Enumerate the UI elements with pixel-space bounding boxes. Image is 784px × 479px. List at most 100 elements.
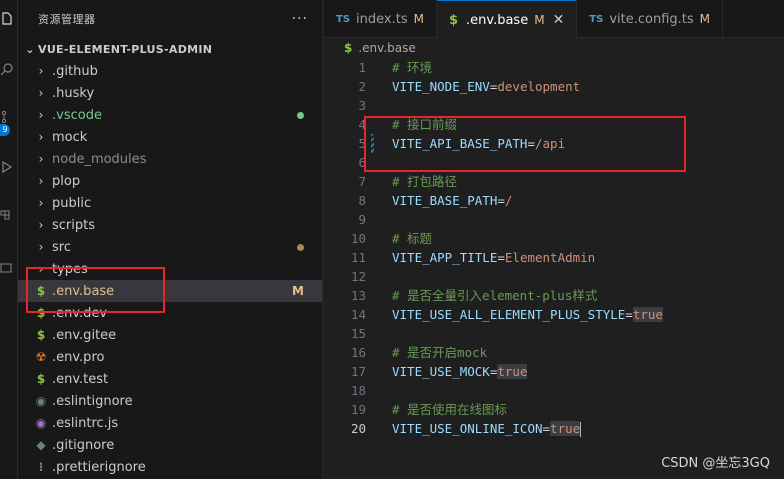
code-line: 13 # 是否全量引入element-plus样式 [324,286,784,305]
code-line: 17 VITE_USE_MOCK=true [324,362,784,381]
token-comment: # 标题 [392,231,433,246]
source-control-icon[interactable] [0,110,14,124]
dollar-file-icon: $ [344,41,353,55]
token-val: / [504,193,513,208]
tree-folder[interactable]: › types [18,258,322,280]
chevron-right-icon: › [38,64,44,78]
chevron-right-icon: › [38,152,44,166]
breadcrumb-file[interactable]: .env.base [358,41,415,55]
tree-folder[interactable]: › src [18,236,322,258]
line-number: 5 [358,136,366,151]
tree-file[interactable]: ☢ .env.pro [18,346,322,368]
editor-tabs: TS index.ts M $ .env.base M ✕ TS vite.config.ts M [324,0,784,39]
line-number: 8 [358,193,366,208]
tree-item-label: types [52,261,88,277]
dollar-file-icon: $ [448,12,459,28]
tree-file[interactable]: ◉ .eslintrc.js [18,412,322,434]
chevron-right-icon: › [38,262,44,276]
tree-file[interactable]: ⁝ .prettierignore [18,456,322,478]
sidebar-title: 资源管理器 [38,13,96,26]
token-comment: # 打包路径 [392,174,458,189]
chevron-right-icon: › [38,240,44,254]
code-text: VITE_USE_ONLINE_ICON=true [392,419,582,438]
line-number: 4 [358,117,366,132]
explorer-icon[interactable] [0,12,14,26]
tree-item-label: .gitignore [52,437,115,453]
env-pro-icon: ☢ [35,350,47,364]
code-line: 16 # 是否开启mock [324,343,784,362]
tree-folder[interactable]: › scripts [18,214,322,236]
typescript-icon: TS [336,13,351,25]
token-op: = [527,136,535,151]
more-actions-icon[interactable]: ··· [292,11,308,27]
tree-item-label: .vscode [52,107,102,123]
token-val: development [497,79,581,94]
line-number: 7 [358,174,366,189]
code-line: 1 # 环境 [324,58,784,77]
eslint-icon: ◉ [35,416,47,430]
code-text: VITE_USE_ALL_ELEMENT_PLUS_STYLE=true [392,305,663,324]
extensions-icon[interactable] [0,206,14,220]
token-comment: # 是否使用在线图标 [392,402,508,417]
code-text: # 标题 [392,229,432,248]
editor-tab[interactable]: $ .env.base M ✕ [436,0,578,39]
code-line: 8 VITE_BASE_PATH=/ [324,191,784,210]
tree-folder[interactable]: › .vscode [18,104,322,126]
chevron-right-icon: › [38,174,44,188]
line-number: 20 [350,421,366,436]
token-bool: true [550,421,581,436]
tree-file[interactable]: $ .env.test [18,368,322,390]
code-text: VITE_API_BASE_PATH=/api [392,134,565,153]
token-key: VITE_API_BASE_PATH [392,136,528,151]
tree-file[interactable]: $ .env.gitee [18,324,322,346]
file-tree: › .github › .husky › .vscode › mock › node_module… [18,60,322,478]
tree-item-label: scripts [52,217,95,233]
token-comment: # 环境 [392,60,433,75]
token-op: = [625,307,633,322]
run-debug-icon[interactable] [0,160,14,174]
code-line: 18 [324,381,784,400]
remote-icon[interactable] [0,262,14,276]
code-line: 15 [324,324,784,343]
tree-item-label: public [52,195,92,211]
tree-folder[interactable]: › node_modules [18,148,322,170]
code-line: 19 # 是否使用在线图标 [324,400,784,419]
search-icon[interactable] [0,62,14,76]
tree-file[interactable]: $ .env.dev [18,302,322,324]
line-number: 1 [358,60,366,75]
explorer-sidebar: 资源管理器 ··· ⌄ VUE-ELEMENT-PLUS-ADMIN › .git… [18,0,323,479]
editor-tab[interactable]: TS index.ts M [324,0,437,38]
line-number: 9 [358,212,366,227]
tree-item-label: node_modules [52,151,147,167]
code-text: # 接口前缀 [392,115,457,134]
project-name: VUE-ELEMENT-PLUS-ADMIN [38,42,213,56]
modified-indicator: M [699,12,711,26]
tree-file[interactable]: ◉ .eslintignore [18,390,322,412]
token-val: /api [535,136,566,151]
line-number: 11 [350,250,366,265]
tree-item-label: .env.gitee [52,327,117,343]
token-op: = [497,193,505,208]
tree-file[interactable]: ◆ .gitignore [18,434,322,456]
token-comment: # 接口前缀 [392,117,458,132]
tree-item-label: .env.test [52,371,109,387]
tree-folder[interactable]: › .github [18,60,322,82]
tree-item-label: .github [52,63,98,79]
close-icon[interactable]: ✕ [553,12,565,28]
code-text: # 是否使用在线图标 [392,400,507,419]
token-comment: # 是否全量引入element-plus样式 [392,288,598,303]
tree-item-label: .prettierignore [52,459,146,475]
tree-folder[interactable]: › mock [18,126,322,148]
project-root[interactable]: ⌄ VUE-ELEMENT-PLUS-ADMIN [18,38,322,60]
tree-item-label: .eslintrc.js [52,415,119,431]
line-number: 3 [358,98,366,113]
code-line: 6 [324,153,784,172]
tree-folder[interactable]: › .husky [18,82,322,104]
dollar-file-icon: $ [36,306,46,320]
tree-file[interactable]: $ .env.base M [18,280,322,302]
tab-label: index.ts [356,11,408,27]
code-editor[interactable]: 1 # 环境 2 VITE_NODE_ENV=development 3 4 # 接口前缀 5… [324,58,784,479]
tree-folder[interactable]: › public [18,192,322,214]
tree-folder[interactable]: › plop [18,170,322,192]
editor-tab[interactable]: TS vite.config.ts M [577,0,724,38]
